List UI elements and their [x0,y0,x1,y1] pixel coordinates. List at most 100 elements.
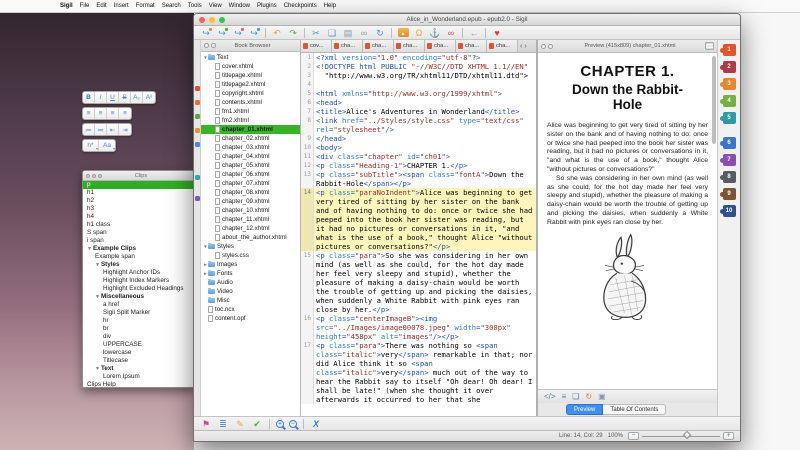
editor-tab[interactable]: cha... [394,40,425,52]
paste-icon[interactable]: ▤ [342,27,354,39]
code-line[interactable]: 4 [301,80,536,89]
window-titlebar[interactable]: Alice_in_Wonderland.epub - epub2.0 - Sig… [194,14,740,26]
split-before-icon[interactable]: ↪ [200,27,212,39]
clip-item[interactable]: Example span [83,253,195,261]
tree-item-titlepage-xhtml[interactable]: titlepage.xhtml [201,71,300,80]
tree-item-fonts[interactable]: ►Fonts [201,269,300,278]
code-text[interactable]: <p class="centerImageB"><img src="../Ima… [314,314,536,341]
palette-close-icon[interactable] [86,174,90,178]
bookmark-icon[interactable]: ⚑ [200,418,212,430]
tab-scroll-right-icon[interactable]: › [524,43,526,50]
menu-item-format[interactable]: Format [136,3,155,9]
left-strip-plugin-icon[interactable] [195,86,200,91]
clip-item[interactable]: Titlecase [83,357,195,365]
plugin-icon-1[interactable]: 1 [723,44,736,56]
text-case-button[interactable]: Aa▾ [99,140,115,151]
menu-item-tools[interactable]: Tools [188,3,202,9]
edit-notes-icon[interactable]: ✎ [234,418,246,430]
plugin-icon-5[interactable]: 5 [723,112,736,124]
menu-item-window[interactable]: Window [229,3,250,9]
editor-tab[interactable]: cov... [301,40,332,52]
code-text[interactable]: </head> [314,134,536,143]
zoom-slider[interactable]: − + [628,432,734,440]
align-right-button[interactable]: ≡ [107,108,119,119]
tree-item-images[interactable]: ►Images [201,260,300,269]
tree-item-toc-ncx[interactable]: toc.ncx [201,305,300,314]
code-text[interactable] [314,80,536,89]
disclosure-triangle-icon[interactable]: ▼ [95,366,100,372]
tree-item-titlepage2-xhtml[interactable]: titlepage2.xhtml [201,80,300,89]
clip-item[interactable]: lowercase [83,349,195,357]
menu-item-file[interactable]: File [80,3,90,9]
clip-item[interactable]: S span [83,229,195,237]
indent-button[interactable]: ⇥ [119,124,131,135]
panel-float-icon[interactable] [541,44,546,49]
code-line[interactable]: 10<body> [301,143,536,152]
tree-item-fm2-xhtml[interactable]: fm2.xhtml [201,116,300,125]
clip-item[interactable]: ▼Styles [83,261,195,269]
add-file-icon[interactable]: ↪ [216,27,228,39]
tree-item-contents-xhtml[interactable]: contents.xhtml [201,98,300,107]
tree-item-text[interactable]: ▼Text [201,53,300,62]
heading-style-button[interactable]: h*▾ [83,140,99,151]
code-text[interactable]: <html xmlns="http://www.w3.org/1999/xhtm… [314,89,536,98]
line-numbers-icon[interactable]: ≣ [217,418,229,430]
clip-item[interactable]: hr [83,317,195,325]
clip-item[interactable]: Sigil Split Marker [83,309,195,317]
tree-item-chapter_06-xhtml[interactable]: chapter_06.xhtml [201,170,300,179]
plugin-icon-2[interactable]: 2 [723,61,736,73]
left-strip-plugin-icon[interactable] [195,142,200,147]
code-text[interactable]: <body> [314,143,536,152]
zoom-slider-track[interactable] [642,436,720,437]
code-line[interactable]: 7<title>Alice's Adventures in Wonderland… [301,107,536,116]
remove-file-icon[interactable]: ↪ [232,27,244,39]
tab-scroll-left-icon[interactable]: ‹ [520,43,522,50]
code-view[interactable]: 1<?xml version="1.0" encoding="utf-8"?>2… [301,53,536,416]
special-character-icon[interactable]: Ω [413,27,425,39]
menu-item-help[interactable]: Help [324,3,336,9]
plugin-icon-7[interactable]: 7 [723,154,736,166]
code-line[interactable]: 14<p class="paraNoIndent">Alice was begi… [301,188,536,251]
palette-minimize-icon[interactable] [92,174,96,178]
view-tab-table-of-contents[interactable]: Table Of Contents [603,404,666,415]
split-marker-icon[interactable]: ↪ [248,27,260,39]
tree-item-styles-css[interactable]: styles.css [201,251,300,260]
insert-link-icon[interactable]: ∞ [445,27,457,39]
clip-item[interactable]: h3 [83,205,195,213]
clip-item[interactable]: ▼Miscellaneous [83,293,195,301]
clip-item[interactable]: Highlight Index Markers [83,277,195,285]
disclosure-triangle-icon[interactable]: ▼ [95,262,100,268]
copy-page-icon[interactable]: ❏ [572,392,579,401]
code-text[interactable]: <p class="Heading-1">CHAPTER 1.</p> [314,161,536,170]
spellcheck-icon[interactable]: ✔ [251,418,263,430]
clip-item[interactable]: ▼Example Clips [83,245,195,253]
select-area-icon[interactable]: ▣ [598,392,606,401]
redo-icon[interactable]: ↷ [287,27,299,39]
code-line[interactable]: 13<p class="subTitle"><span class="fontA… [301,170,536,188]
menu-item-search[interactable]: Search [162,3,181,9]
tree-item-content-opf[interactable]: content.opf [201,314,300,323]
menu-item-edit[interactable]: Edit [96,3,106,9]
editor-tab[interactable]: cha... [425,40,456,52]
tree-item-misc[interactable]: Misc [201,296,300,305]
bold-button[interactable]: B [83,92,95,103]
left-strip-plugin-icon[interactable] [195,175,200,180]
code-text[interactable]: <p class="paraNoIndent">Alice was beginn… [314,188,536,251]
clip-item[interactable]: p [83,181,195,189]
clip-item[interactable]: Clips Help [83,381,195,388]
clip-item[interactable]: Highlight Anchor IDs [83,269,195,277]
tree-item-video[interactable]: Video [201,287,300,296]
clip-item[interactable]: div [83,333,195,341]
zoom-in-icon[interactable]: + [276,420,284,428]
editor-tab[interactable]: cha... [456,40,487,52]
code-line[interactable]: 17<p class="para">There was nothing so <… [301,341,536,404]
cut-icon[interactable]: ✂ [310,27,322,39]
panel-close-icon[interactable] [548,44,553,49]
tree-item-fm1-xhtml[interactable]: fm1.xhtml [201,107,300,116]
tree-item-audio[interactable]: Audio [201,278,300,287]
code-text[interactable]: <p class="para">So she was considering i… [314,251,536,314]
left-strip-plugin-icon[interactable] [195,128,200,133]
zoom-in-button[interactable]: + [723,432,734,440]
code-line[interactable]: 3 "http://www.w3.org/TR/xhtml11/DTD/xhtm… [301,71,536,80]
left-strip-plugin-icon[interactable] [195,100,200,105]
